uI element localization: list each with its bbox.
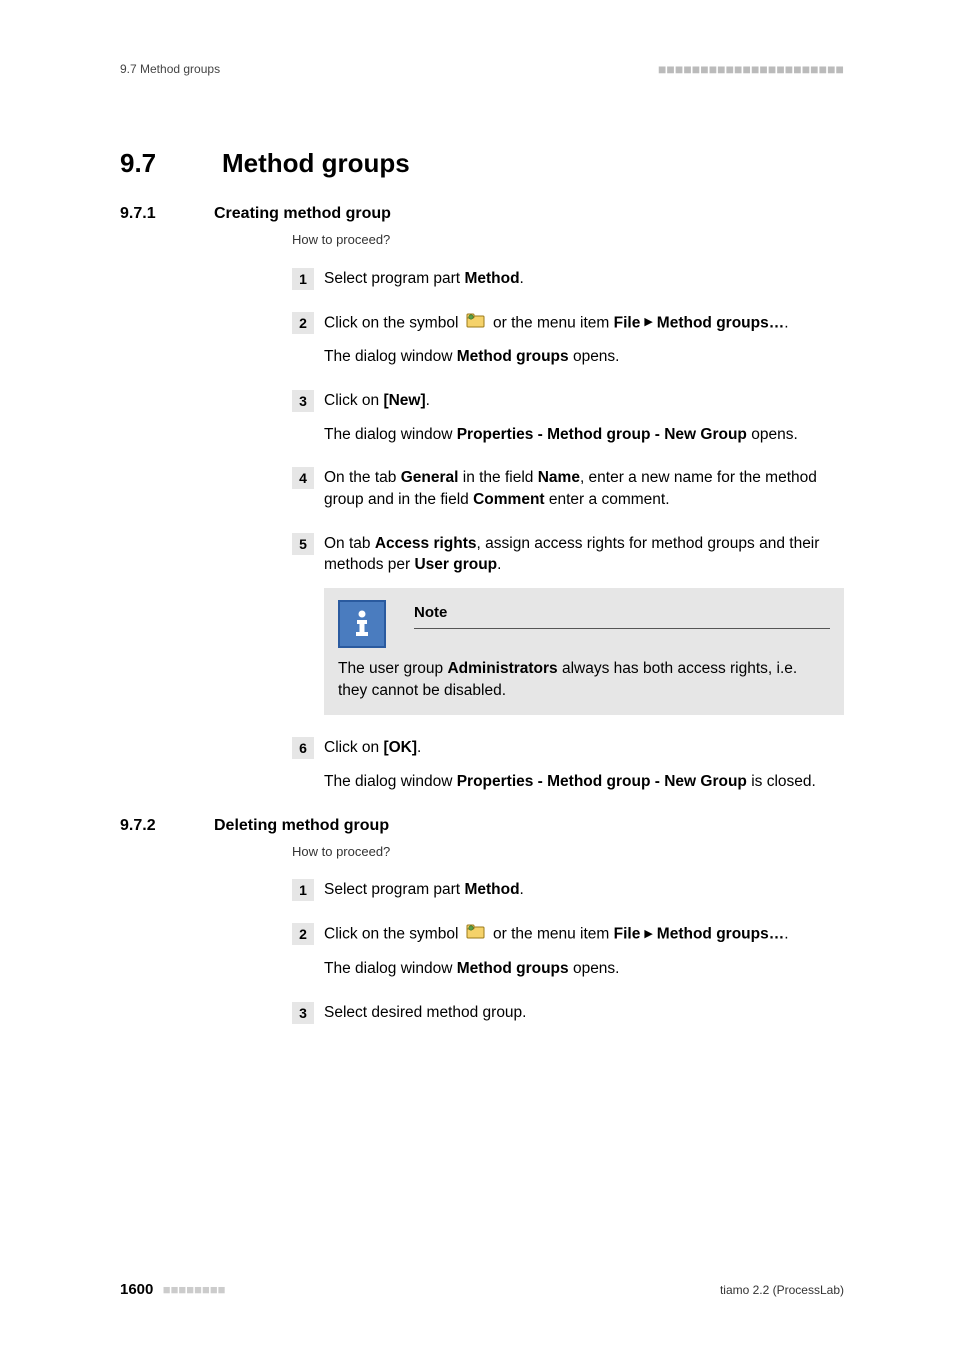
step-text: On the tab General in the field Name, en… [324, 467, 844, 510]
page-header: 9.7 Method groups ■■■■■■■■■■■■■■■■■■■■■■ [120, 60, 844, 80]
heading-2-deleting: 9.7.2 Deleting method group [120, 815, 844, 837]
folder-icon [466, 923, 486, 946]
page-footer: 1600 ■■■■■■■■ tiamo 2.2 (ProcessLab) [120, 1279, 844, 1300]
info-icon [338, 600, 386, 648]
folder-icon [466, 312, 486, 335]
step-number: 1 [292, 268, 314, 290]
step-text: Click on the symbol or the menu item Fil… [324, 312, 844, 335]
step-3-b: 3 Select desired method group. [292, 1002, 844, 1024]
step-number: 4 [292, 467, 314, 489]
header-dashes: ■■■■■■■■■■■■■■■■■■■■■■ [658, 60, 844, 80]
step-number: 6 [292, 737, 314, 759]
header-left: 9.7 Method groups [120, 61, 220, 78]
note-text: The user group Administrators always has… [338, 658, 830, 701]
triangle-icon: ▶ [644, 315, 652, 330]
footer-dashes: ■■■■■■■■ [163, 1282, 226, 1297]
step-3: 3 Click on [New]. The dialog window Prop… [292, 390, 844, 445]
step-result: The dialog window Properties - Method gr… [324, 771, 844, 793]
step-number: 2 [292, 312, 314, 334]
step-4: 4 On the tab General in the field Name, … [292, 467, 844, 510]
step-text: Select program part Method. [324, 879, 844, 901]
heading-2-creating: 9.7.1 Creating method group [120, 203, 844, 225]
step-number: 5 [292, 533, 314, 555]
page-number: 1600 [120, 1281, 153, 1298]
h2-number: 9.7.2 [120, 815, 190, 837]
h1-title: Method groups [222, 145, 410, 181]
step-text: On tab Access rights, assign access righ… [324, 533, 844, 576]
step-text: Select program part Method. [324, 268, 844, 290]
step-text: Click on [OK]. [324, 737, 844, 759]
h2-title: Deleting method group [214, 815, 389, 837]
step-result: The dialog window Method groups opens. [324, 958, 844, 980]
footer-product: tiamo 2.2 (ProcessLab) [720, 1282, 844, 1299]
note-title: Note [414, 604, 447, 621]
step-2-b: 2 Click on the symbol or the menu item F… [292, 923, 844, 979]
step-result: The dialog window Method groups opens. [324, 346, 844, 368]
step-1: 1 Select program part Method. [292, 268, 844, 290]
h2-title: Creating method group [214, 203, 391, 225]
step-result: The dialog window Properties - Method gr… [324, 424, 844, 446]
heading-1: 9.7 Method groups [120, 145, 844, 181]
step-number: 2 [292, 923, 314, 945]
how-to-proceed: How to proceed? [292, 843, 844, 861]
step-text: Click on the symbol or the menu item Fil… [324, 923, 844, 946]
step-2: 2 Click on the symbol or the menu item F… [292, 312, 844, 368]
step-number: 3 [292, 1002, 314, 1024]
note-box: Note The user group Administrators alway… [324, 588, 844, 715]
step-5: 5 On tab Access rights, assign access ri… [292, 533, 844, 716]
step-number: 1 [292, 879, 314, 901]
step-number: 3 [292, 390, 314, 412]
step-1-b: 1 Select program part Method. [292, 879, 844, 901]
step-text: Select desired method group. [324, 1002, 844, 1024]
step-6: 6 Click on [OK]. The dialog window Prope… [292, 737, 844, 792]
triangle-icon: ▶ [644, 927, 652, 942]
how-to-proceed: How to proceed? [292, 231, 844, 249]
h1-number: 9.7 [120, 145, 190, 181]
step-text: Click on [New]. [324, 390, 844, 412]
h2-number: 9.7.1 [120, 203, 190, 225]
